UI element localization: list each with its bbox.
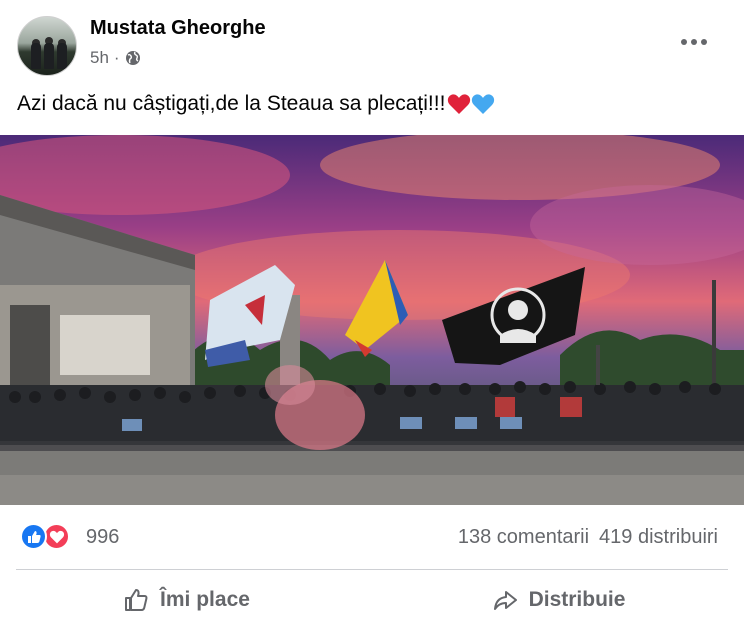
like-label: Îmi place: [160, 588, 250, 611]
reaction-icons[interactable]: [20, 523, 70, 550]
share-button[interactable]: Distribuie: [372, 571, 744, 629]
shares-count[interactable]: 419 distribuiri: [599, 526, 718, 549]
divider: [16, 569, 728, 570]
love-icon: [43, 523, 70, 550]
author-avatar[interactable]: [17, 16, 77, 76]
post-actions: Îmi place Distribuie: [0, 571, 744, 629]
post-stats: 138 comentarii 419 distribuiri: [458, 526, 718, 549]
share-label: Distribuie: [528, 588, 626, 611]
globe-icon[interactable]: [125, 50, 141, 66]
like-button[interactable]: Îmi place: [0, 571, 372, 629]
share-arrow-icon: [493, 591, 517, 610]
post-photo[interactable]: [0, 135, 744, 505]
more-options-icon[interactable]: [674, 30, 714, 54]
post-meta: 5h ·: [90, 48, 141, 68]
thumbs-up-icon: [125, 589, 148, 611]
caption-text: Azi dacă nu câștigați,de la Steaua sa pl…: [17, 92, 446, 115]
meta-separator: ·: [113, 48, 120, 67]
facebook-post: Mustata Gheorghe 5h · Azi dacă nu câștig…: [0, 0, 744, 634]
like-icon: [20, 523, 47, 550]
reactions-row: 996 138 comentarii 419 distribuiri: [0, 517, 744, 557]
comments-count[interactable]: 138 comentarii: [458, 526, 589, 549]
blue-heart-icon: [472, 94, 495, 114]
post-caption: Azi dacă nu câștigați,de la Steaua sa pl…: [17, 92, 495, 116]
author-name[interactable]: Mustata Gheorghe: [90, 17, 266, 40]
red-heart-icon: [448, 94, 471, 114]
reaction-count[interactable]: 996: [86, 526, 119, 549]
photo-scene: [0, 135, 744, 505]
post-time[interactable]: 5h: [90, 48, 109, 68]
